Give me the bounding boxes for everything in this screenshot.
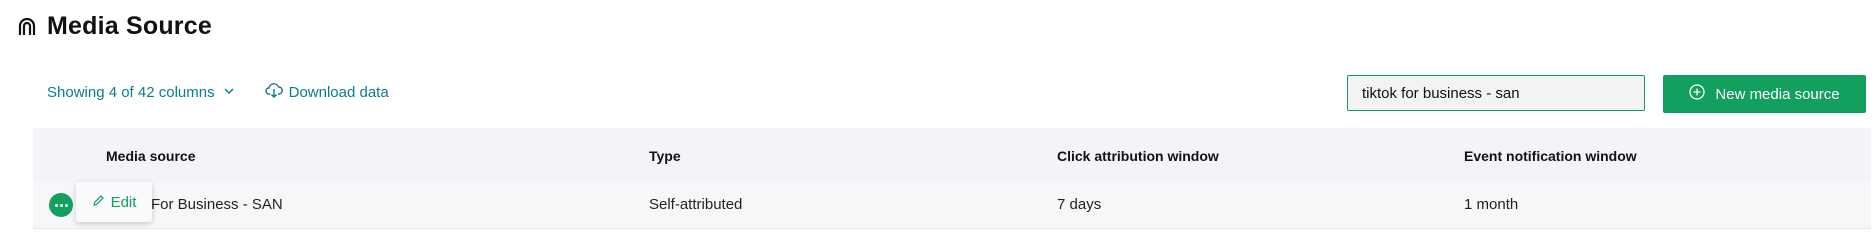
more-dot <box>64 203 68 207</box>
cell-event-notification-window: 1 month <box>1464 196 1519 213</box>
more-dot <box>59 203 63 207</box>
column-header-type[interactable]: Type <box>649 148 681 164</box>
column-header-media-source[interactable]: Media source <box>106 148 195 164</box>
download-data-button[interactable]: Download data <box>264 82 389 102</box>
media-source-table: Media source Type Click attribution wind… <box>33 128 1871 229</box>
cell-media-source: For Business - SAN <box>151 196 283 213</box>
plus-circle-icon <box>1689 84 1706 104</box>
new-media-source-label: New media source <box>1715 85 1840 103</box>
download-data-label: Download data <box>288 83 389 101</box>
page-title: Media Source <box>47 12 212 40</box>
cell-type: Self-attributed <box>649 196 743 213</box>
column-header-event-notification-window[interactable]: Event notification window <box>1464 148 1637 164</box>
row-actions-button[interactable] <box>49 193 73 217</box>
pencil-icon <box>92 194 105 211</box>
columns-selector[interactable]: Showing 4 of 42 columns <box>47 84 235 101</box>
cloud-download-icon <box>264 82 283 102</box>
chevron-down-icon <box>223 84 235 101</box>
toolbar: Showing 4 of 42 columns Download data <box>47 82 389 102</box>
table-row: For Business - SAN Self-attributed 7 day… <box>33 182 1871 229</box>
magnet-icon <box>17 17 37 37</box>
edit-row-button[interactable]: Edit <box>76 182 152 222</box>
search-input[interactable] <box>1347 75 1645 111</box>
media-source-page: Media Source Showing 4 of 42 columns Dow… <box>0 0 1876 249</box>
cell-click-attribution-window: 7 days <box>1057 196 1102 213</box>
table-header: Media source Type Click attribution wind… <box>33 128 1871 182</box>
more-dot <box>54 203 58 207</box>
page-header: Media Source <box>17 12 212 41</box>
column-header-click-attribution-window[interactable]: Click attribution window <box>1057 148 1219 164</box>
new-media-source-button[interactable]: New media source <box>1663 75 1866 113</box>
columns-selector-label: Showing 4 of 42 columns <box>47 83 215 101</box>
edit-label: Edit <box>110 193 137 211</box>
